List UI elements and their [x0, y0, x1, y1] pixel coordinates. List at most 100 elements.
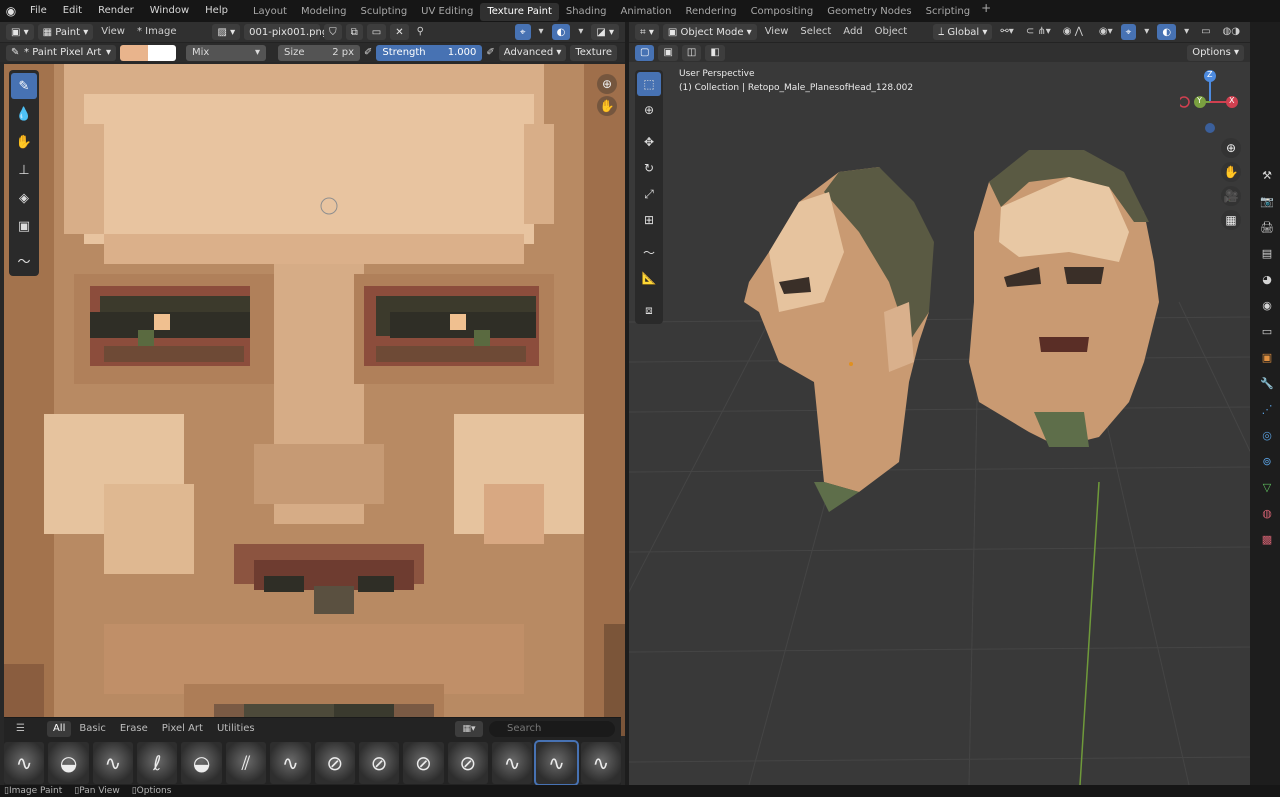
clone-tool-icon[interactable]: ⊥ — [11, 157, 37, 183]
view-layer-icon[interactable]: ▤ — [1256, 242, 1278, 264]
brush-thumbnail[interactable]: ◒ — [48, 742, 89, 784]
chevron-down-icon[interactable]: ▾ — [1140, 22, 1153, 42]
move-icon[interactable]: ✥ — [637, 130, 661, 154]
shelf-tab-utilities[interactable]: Utilities — [211, 721, 261, 737]
select-subtract-icon[interactable]: ◫ — [681, 44, 702, 61]
tool-properties-icon[interactable]: ⚒ — [1256, 164, 1278, 186]
menu-edit[interactable]: Edit — [55, 0, 90, 22]
fill-tool-icon[interactable]: ◈ — [11, 185, 37, 211]
shelf-menu-icon[interactable]: ☰ — [10, 721, 31, 737]
menu-image[interactable]: * Image — [133, 22, 181, 42]
chevron-down-icon[interactable]: ▾ — [1180, 22, 1193, 42]
strength-field[interactable]: Strength 1.000 — [376, 44, 483, 61]
brush-thumbnail[interactable]: ⫽ — [225, 742, 267, 784]
proportional-edit-icon[interactable]: ◉ ⋀ — [1059, 22, 1087, 42]
ortho-grid-icon[interactable]: ▦ — [1221, 210, 1241, 230]
pan-hand-icon[interactable]: ✋ — [1221, 162, 1241, 182]
world-properties-icon[interactable]: ◉ — [1256, 294, 1278, 316]
select-intersect-icon[interactable]: ◧ — [705, 44, 725, 61]
brush-tool-icon[interactable]: ✎ — [11, 73, 37, 99]
menu-window[interactable]: Window — [142, 0, 197, 22]
add-cube-icon[interactable]: ⧈ — [637, 298, 661, 322]
object-properties-icon[interactable]: ▣ — [1256, 346, 1278, 368]
image-name-field[interactable]: 001-pix001.png — [244, 24, 328, 40]
viewport-menu-object[interactable]: Object — [871, 22, 912, 42]
brush-thumbnail[interactable]: ∿ — [92, 742, 134, 784]
tab-sculpting[interactable]: Sculpting — [353, 3, 414, 21]
shelf-tab-basic[interactable]: Basic — [73, 721, 111, 737]
annotate-icon[interactable]: 〜 — [637, 240, 661, 264]
pixel-art-canvas[interactable] — [4, 64, 625, 736]
viewport-menu-select[interactable]: Select — [796, 22, 835, 42]
orientation-dropdown[interactable]: ⟘ Global ▾ — [933, 24, 993, 40]
cursor-icon[interactable]: ⊕ — [637, 98, 661, 122]
menu-view[interactable]: View — [97, 22, 129, 42]
brush-thumbnail[interactable]: ∿ — [534, 740, 579, 785]
brush-thumbnail[interactable]: ∿ — [491, 742, 533, 784]
fake-user-icon[interactable]: ⛉ — [324, 24, 342, 40]
brush-thumbnail[interactable]: ⊘ — [314, 742, 355, 784]
editor-type-button[interactable]: ▣ ▾ — [6, 24, 34, 40]
annotate-tool-icon[interactable]: 〜 — [11, 247, 37, 273]
shelf-search-input[interactable]: Search — [489, 721, 615, 737]
object-mode-dropdown[interactable]: ▣ Object Mode ▾ — [662, 24, 757, 40]
select-new-icon[interactable]: ▢ — [635, 44, 655, 61]
tab-geometry-nodes[interactable]: Geometry Nodes — [820, 3, 918, 21]
physics-properties-icon[interactable]: ◎ — [1256, 424, 1278, 446]
navigation-gizmo[interactable]: Z Y X — [1178, 64, 1244, 134]
size-pressure-icon[interactable]: ✐ — [364, 47, 372, 58]
tab-animation[interactable]: Animation — [614, 3, 679, 21]
pan-hand-icon[interactable]: ✋ — [597, 96, 617, 116]
brush-thumbnail[interactable]: ∿ — [580, 742, 622, 784]
brush-thumbnail[interactable]: ℓ — [137, 742, 178, 784]
blur-tool-icon[interactable]: 💧 — [11, 101, 37, 127]
pivot-icon[interactable]: ⚯▾ — [996, 22, 1017, 42]
advanced-dropdown[interactable]: Advanced ▾ — [498, 44, 567, 61]
blender-logo-icon[interactable]: ◉ — [0, 0, 22, 22]
data-properties-icon[interactable]: ▽ — [1256, 476, 1278, 498]
tab-scripting[interactable]: Scripting — [919, 3, 977, 21]
camera-view-icon[interactable]: 🎥 — [1221, 186, 1241, 206]
material-properties-icon[interactable]: ◍ — [1256, 502, 1278, 524]
primary-color-swatch[interactable] — [120, 44, 148, 61]
snap-icon[interactable]: ⊂ ⋔▾ — [1022, 22, 1055, 42]
chevron-down-icon[interactable]: ▾ — [574, 22, 587, 42]
mode-dropdown[interactable]: ▦ Paint ▾ — [37, 24, 94, 40]
mask-tool-icon[interactable]: ▣ — [11, 213, 37, 239]
scene-properties-icon[interactable]: ◕ — [1256, 268, 1278, 290]
display-size-icon[interactable]: ▦▾ — [455, 721, 483, 737]
brush-thumbnail[interactable]: ⊘ — [358, 742, 400, 784]
scale-icon[interactable]: ⤢ — [637, 182, 661, 206]
menu-render[interactable]: Render — [90, 0, 142, 22]
visibility-icon[interactable]: ◉▾ — [1095, 22, 1117, 42]
select-box-icon[interactable]: ⬚ — [637, 72, 661, 96]
brush-thumbnail[interactable]: ⊘ — [447, 742, 488, 784]
tab-modeling[interactable]: Modeling — [294, 3, 354, 21]
modifier-properties-icon[interactable]: 🔧 — [1256, 372, 1278, 394]
output-properties-icon[interactable]: 🖨 — [1256, 216, 1278, 238]
particles-properties-icon[interactable]: ⋰ — [1256, 398, 1278, 420]
menu-file[interactable]: File — [22, 0, 55, 22]
size-field[interactable]: Size 2 px — [278, 44, 360, 61]
brush-thumbnail[interactable]: ∿ — [270, 742, 311, 784]
smear-tool-icon[interactable]: ✋ — [11, 129, 37, 155]
options-dropdown[interactable]: Options ▾ — [1187, 44, 1244, 61]
tab-shading[interactable]: Shading — [559, 3, 614, 21]
brush-thumbnail[interactable]: ⊘ — [403, 742, 444, 784]
display-channels-icon[interactable]: ◪ ▾ — [591, 24, 619, 40]
gizmo-icon[interactable]: ⌖ — [1120, 24, 1137, 40]
blend-mode-dropdown[interactable]: Mix ▾ — [186, 44, 266, 61]
pin-icon[interactable]: ⚲ — [413, 22, 428, 42]
collection-properties-icon[interactable]: ▭ — [1256, 320, 1278, 342]
tab-rendering[interactable]: Rendering — [678, 3, 743, 21]
viewport-menu-view[interactable]: View — [761, 22, 793, 42]
open-image-icon[interactable]: ▭ — [366, 24, 387, 40]
editor-type-button[interactable]: ⌗ ▾ — [635, 24, 659, 40]
unlink-image-icon[interactable]: ✕ — [390, 24, 409, 40]
viewport-menu-add[interactable]: Add — [839, 22, 866, 42]
strength-pressure-icon[interactable]: ✐ — [486, 47, 494, 58]
texture-properties-icon[interactable]: ▩ — [1256, 528, 1278, 550]
brush-thumbnail[interactable]: ◒ — [181, 742, 222, 784]
texture-dropdown[interactable]: Texture — [570, 44, 617, 61]
select-extend-icon[interactable]: ▣ — [658, 44, 678, 61]
